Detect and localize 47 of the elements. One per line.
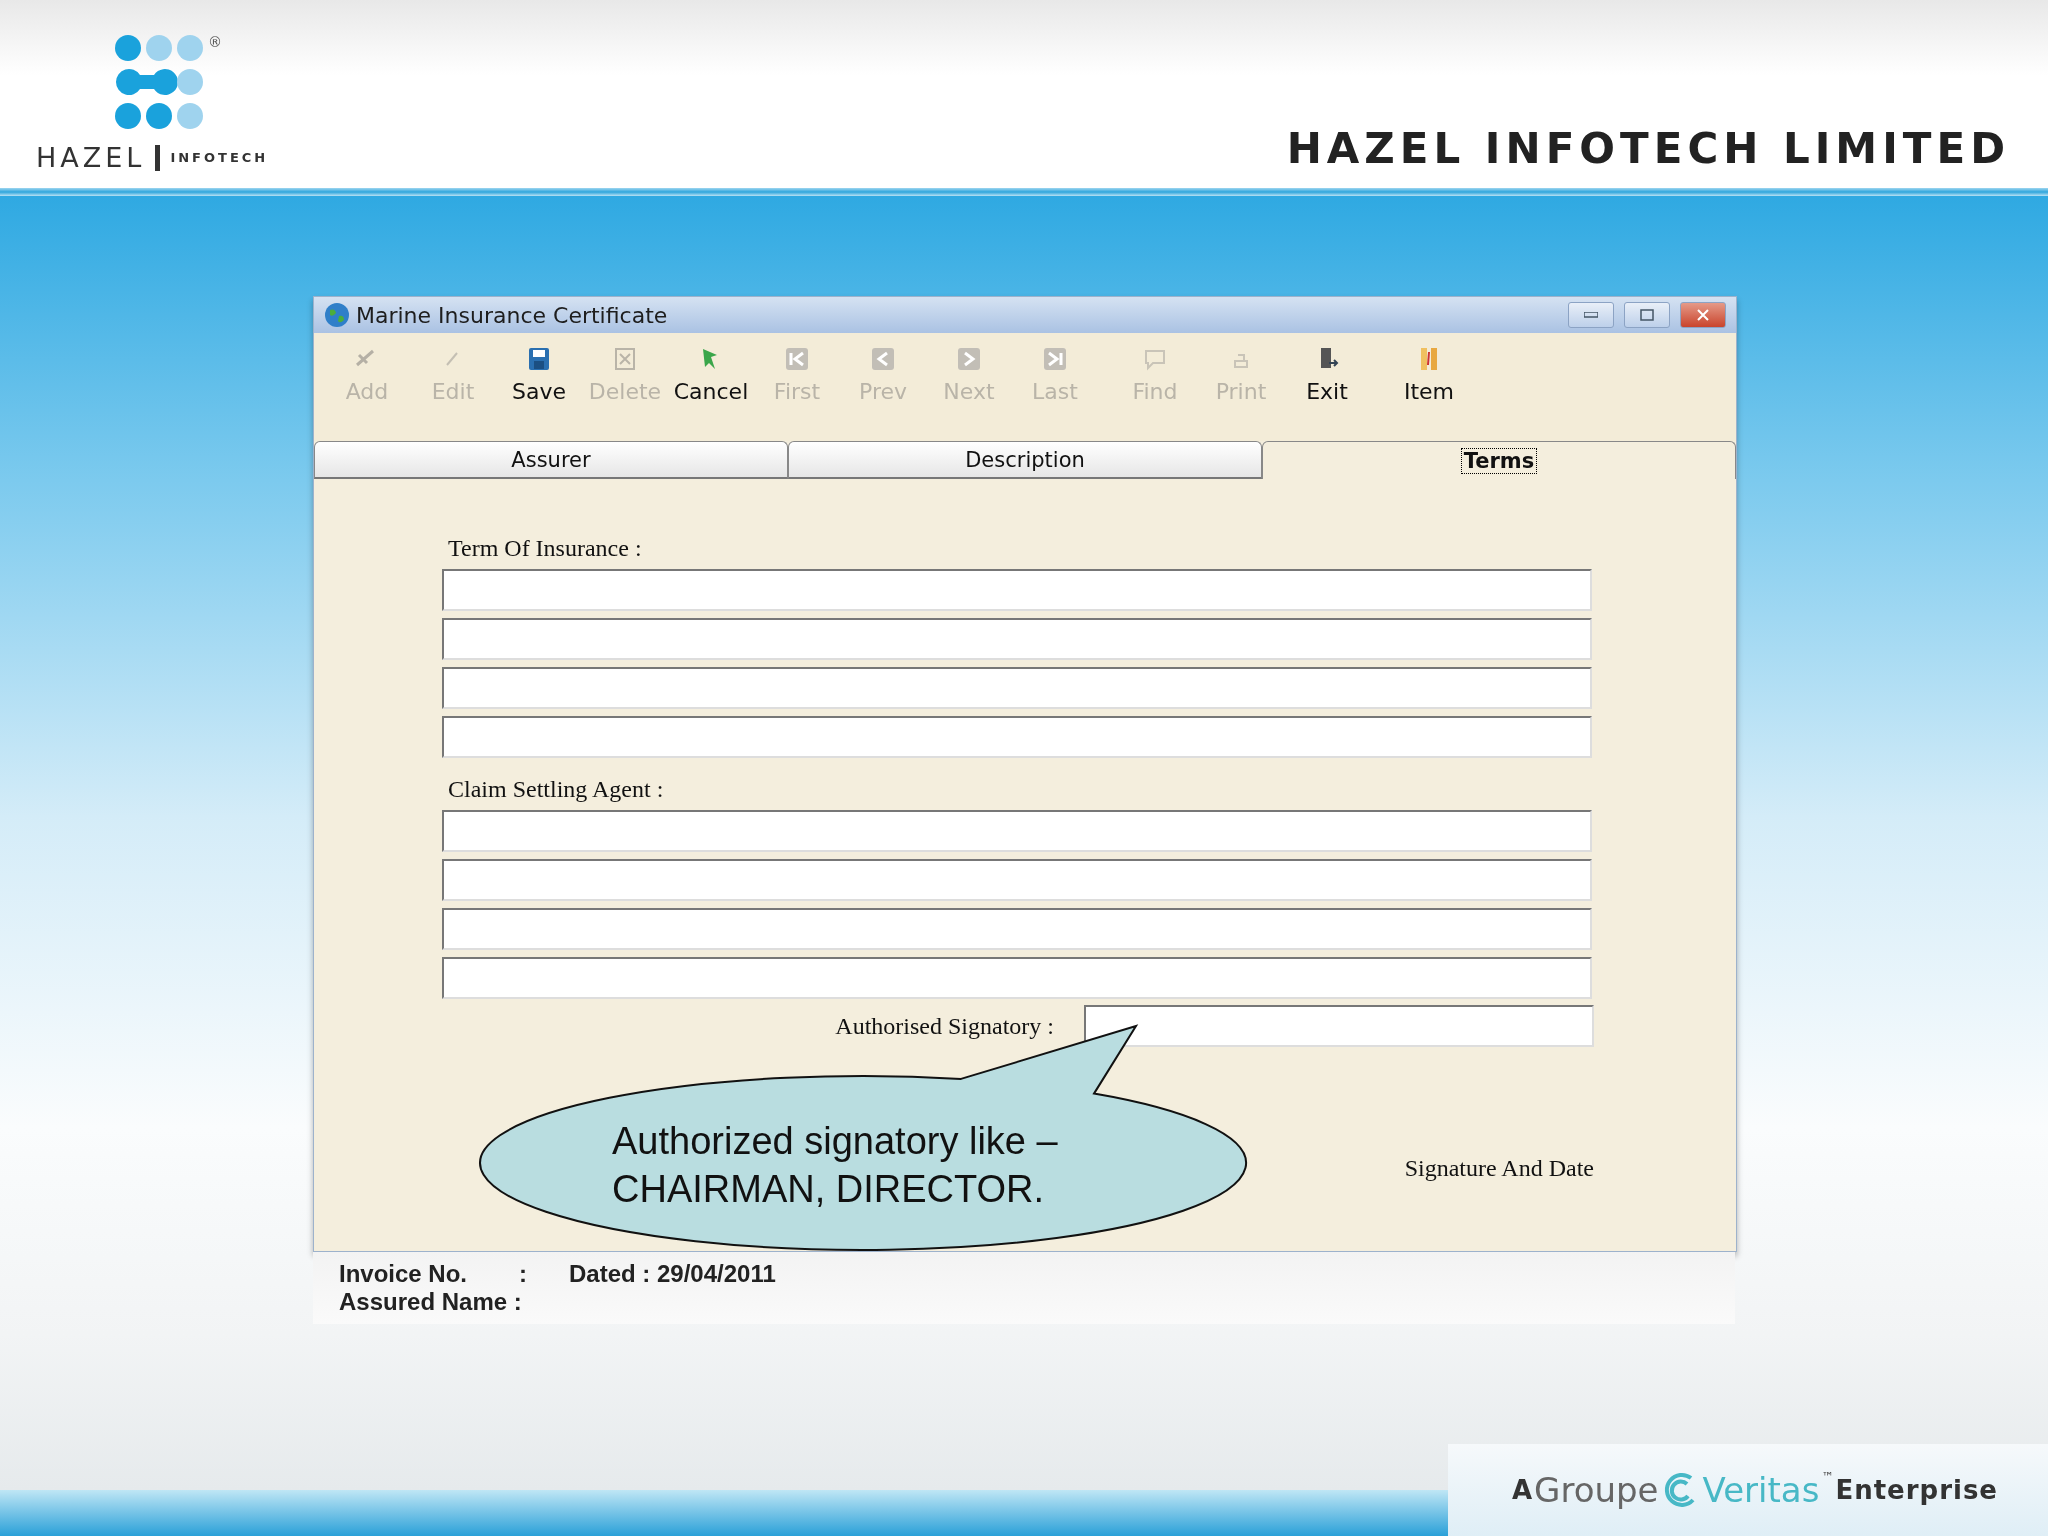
footer-text: Veritas [1702, 1470, 1820, 1510]
tab[interactable]: Assurer [314, 441, 788, 479]
maximize-button[interactable] [1624, 302, 1670, 328]
status-label: Invoice No. [339, 1260, 469, 1288]
logo-subtitle: INFOTECH [170, 150, 269, 165]
company-title: HAZEL INFOTECH LIMITED [1286, 124, 2010, 173]
signature-caption: Signature And Date [1404, 1155, 1594, 1181]
callout-text: Authorized signatory like – CHAIRMAN, DIRECTOR. [612, 1119, 1058, 1212]
toolbar-button[interactable]: Exit [1284, 345, 1370, 429]
status-label: : [519, 1260, 528, 1288]
close-button[interactable] [1680, 302, 1726, 328]
text-field[interactable] [442, 908, 1592, 950]
toolbar-button[interactable]: Save [496, 345, 582, 429]
logo-dots-icon [114, 34, 204, 130]
trademark-mark: ™ [1821, 1470, 1834, 1484]
registered-mark: ® [208, 34, 222, 50]
tab[interactable]: Terms [1262, 441, 1736, 479]
text-field[interactable] [442, 618, 1592, 660]
text-field[interactable] [1084, 1005, 1594, 1047]
toolbar-icon [783, 345, 811, 373]
text-field[interactable] [442, 569, 1592, 611]
toolbar-icon [955, 345, 983, 373]
field-label: Term Of Insurance : [448, 535, 643, 563]
text-field[interactable] [442, 716, 1592, 758]
footer-text: Groupe [1534, 1470, 1659, 1510]
toolbar-icon [869, 345, 897, 373]
text-field[interactable] [442, 957, 1592, 999]
tab[interactable]: Description [788, 441, 1262, 479]
toolbar-button[interactable]: Item [1386, 345, 1472, 429]
toolbar-icon [1041, 345, 1069, 373]
field-label: Authorised Signatory : [835, 1012, 1054, 1040]
window-title: Marine Insurance Certificate [356, 302, 669, 328]
text-field[interactable] [442, 810, 1592, 852]
globe-icon [324, 302, 350, 328]
footer-text: Enterprise [1835, 1475, 1998, 1505]
close-icon [1696, 309, 1710, 321]
toolbar-button[interactable]: Cancel [668, 345, 754, 429]
text-field[interactable] [442, 667, 1592, 709]
status-label: Dated : 29/04/2011 [569, 1260, 777, 1288]
minimize-icon [1584, 312, 1598, 318]
footer-text: A [1511, 1475, 1533, 1505]
maximize-icon [1640, 309, 1654, 321]
field-label: Claim Settling Agent : [448, 776, 665, 804]
status-label: Assured Name : [339, 1288, 523, 1316]
minimize-button[interactable] [1568, 302, 1614, 328]
logo-wordmark: HAZEL [36, 142, 146, 173]
text-field[interactable] [442, 859, 1592, 901]
